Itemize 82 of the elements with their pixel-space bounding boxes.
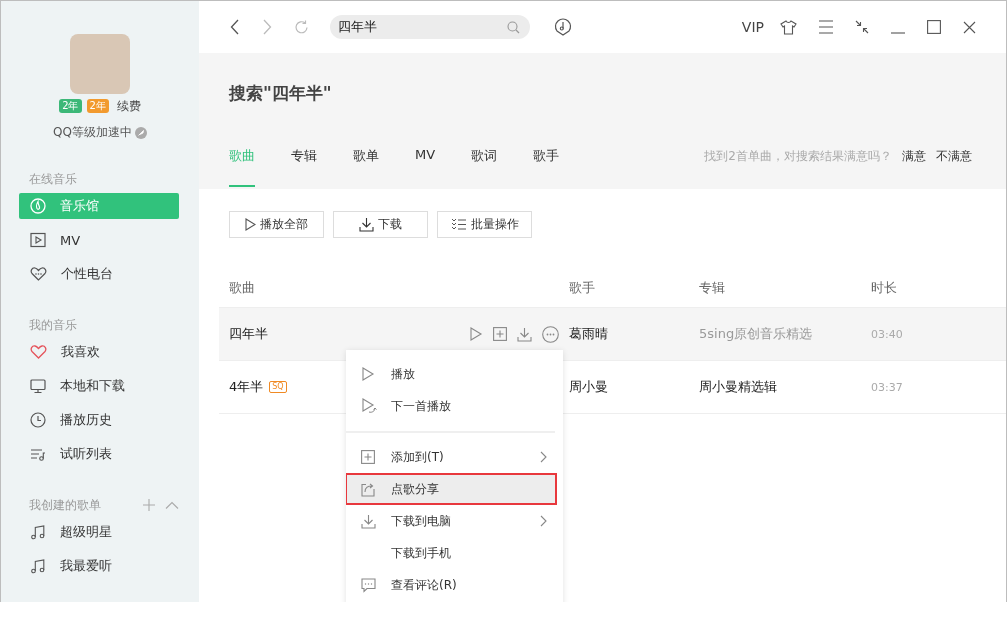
page-title: 搜索"四年半" (229, 82, 333, 105)
level-status: QQ等级加速中 (53, 124, 132, 141)
forward-icon[interactable] (262, 19, 272, 35)
album-name[interactable]: 周小曼精选辑 (699, 378, 871, 396)
heart-dots-icon (30, 266, 47, 282)
plus-box-icon (361, 450, 375, 464)
section-title: 我的音乐 (29, 316, 77, 334)
play-icon (245, 218, 256, 231)
column-header: 歌手 (569, 279, 596, 297)
music-note-icon (30, 524, 46, 540)
song-title: 4年半 (229, 378, 264, 396)
sidebar-item[interactable]: 个性电台 (19, 261, 179, 287)
menu-item[interactable]: 查看评论(R) (346, 569, 557, 601)
feedback-link[interactable]: 不满意 (936, 144, 972, 165)
column-header: 歌曲 (229, 279, 256, 297)
play-next-icon (361, 398, 377, 414)
section-title: 在线音乐 (29, 170, 77, 188)
back-icon[interactable] (230, 19, 240, 35)
chevron-right-icon (540, 451, 547, 463)
download-icon (517, 326, 532, 342)
result-tab[interactable]: 专辑 (291, 144, 317, 187)
music-drop-icon (30, 198, 46, 214)
comment-icon (361, 577, 376, 593)
menu-icon[interactable] (819, 20, 833, 34)
song-row[interactable]: 四年半 葛雨晴 5sing原创音乐精选 03:40 (219, 308, 1006, 361)
menu-item[interactable]: 播放 (346, 358, 557, 390)
add-icon[interactable] (143, 499, 155, 511)
close-icon[interactable] (963, 20, 976, 34)
clock-icon (30, 412, 46, 428)
artist-name[interactable]: 周小曼 (569, 378, 699, 396)
quality-badge: SQ (269, 381, 287, 393)
sidebar-item[interactable]: 本地和下载 (19, 373, 179, 399)
result-tab[interactable]: 歌手 (533, 144, 560, 187)
action-button[interactable]: 批量操作 (437, 211, 532, 238)
chevron-right-icon (540, 515, 547, 527)
feedback-text: 找到2首单曲，对搜索结果满意吗？ (704, 148, 892, 165)
action-button[interactable]: 下载 (333, 211, 428, 238)
sidebar-item[interactable]: 我最爱听 (19, 553, 179, 579)
menu-item[interactable]: 添加到(T) (346, 441, 557, 473)
song-title: 四年半 (229, 325, 268, 343)
heart-icon (30, 344, 47, 360)
monitor-icon (30, 378, 46, 394)
sidebar-item[interactable]: MV (19, 227, 179, 253)
result-tab[interactable]: 歌词 (471, 144, 498, 187)
play-icon (469, 327, 483, 341)
music-note-icon (30, 558, 46, 574)
menu-item[interactable]: 下载到电脑 (346, 505, 557, 537)
column-header: 时长 (871, 279, 898, 297)
avatar-placeholder (70, 34, 130, 94)
play-icon (361, 367, 375, 381)
vip-link[interactable]: VIP (741, 19, 764, 35)
search-icon[interactable] (507, 21, 520, 34)
renew-link[interactable]: 续费 (116, 97, 141, 115)
batch-icon (450, 218, 467, 231)
result-tab[interactable]: 歌单 (353, 144, 379, 187)
maximize-icon[interactable] (927, 20, 941, 34)
mini-mode-icon[interactable] (855, 20, 869, 34)
search-field[interactable]: 四年半 (330, 15, 530, 39)
playlist-icon (30, 446, 46, 462)
menu-item[interactable]: 下载到手机 (346, 537, 557, 569)
video-icon (30, 232, 46, 248)
collapse-icon[interactable] (165, 501, 179, 509)
artist-name[interactable]: 葛雨晴 (569, 325, 699, 343)
download-icon (359, 217, 374, 232)
duration: 03:37 (871, 380, 904, 394)
section-title: 我创建的歌单 (29, 496, 101, 514)
more-icon[interactable] (542, 325, 559, 343)
download-icon (361, 513, 376, 529)
sidebar-item[interactable]: 我喜欢 (19, 339, 179, 365)
action-button[interactable]: 播放全部 (229, 211, 324, 238)
column-header: 专辑 (699, 279, 726, 297)
duration: 03:40 (871, 327, 904, 341)
sidebar-item[interactable]: 播放历史 (19, 407, 179, 433)
sidebar-item[interactable]: 超级明星 (19, 519, 179, 545)
plus-box-icon (493, 327, 507, 341)
sidebar-item[interactable]: 试听列表 (19, 441, 179, 467)
feedback-link[interactable]: 满意 (902, 144, 926, 165)
share-icon (361, 481, 376, 497)
shirt-icon[interactable] (780, 19, 797, 35)
refresh-icon[interactable] (294, 19, 309, 35)
menu-item[interactable]: 点歌分享 (346, 473, 557, 505)
result-tab[interactable]: MV (415, 144, 436, 187)
